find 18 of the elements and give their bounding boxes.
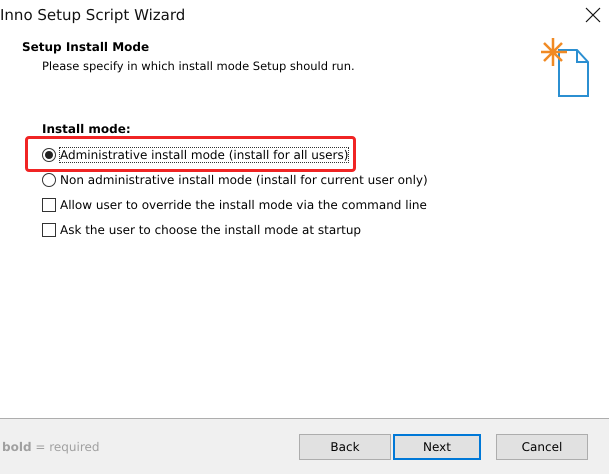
- close-icon[interactable]: [585, 7, 601, 23]
- radio-button[interactable]: [42, 172, 56, 186]
- option-label[interactable]: Administrative install mode (install for all users): [60, 148, 348, 162]
- checkbox[interactable]: [42, 198, 56, 212]
- legend-text: bold = required: [2, 440, 101, 454]
- option-label[interactable]: Non administrative install mode (install for current user only): [60, 172, 428, 186]
- new-document-icon: [541, 38, 591, 98]
- page-subtitle: Please specify in which install mode Setup should run.: [41, 59, 355, 73]
- wizard-button[interactable]: Next: [393, 434, 481, 460]
- page-title: Setup Install Mode: [22, 40, 150, 54]
- wizard-button[interactable]: Back: [299, 434, 391, 460]
- window-title: Inno Setup Script Wizard: [0, 6, 186, 24]
- radio-button[interactable]: [42, 148, 56, 162]
- option-label[interactable]: Allow user to override the install mode via the command line: [60, 198, 427, 212]
- group-label: Install mode:: [42, 122, 132, 136]
- option-label[interactable]: Ask the user to choose the install mode at startup: [60, 222, 362, 236]
- wizard-button[interactable]: Cancel: [496, 434, 588, 460]
- checkbox[interactable]: [42, 222, 56, 236]
